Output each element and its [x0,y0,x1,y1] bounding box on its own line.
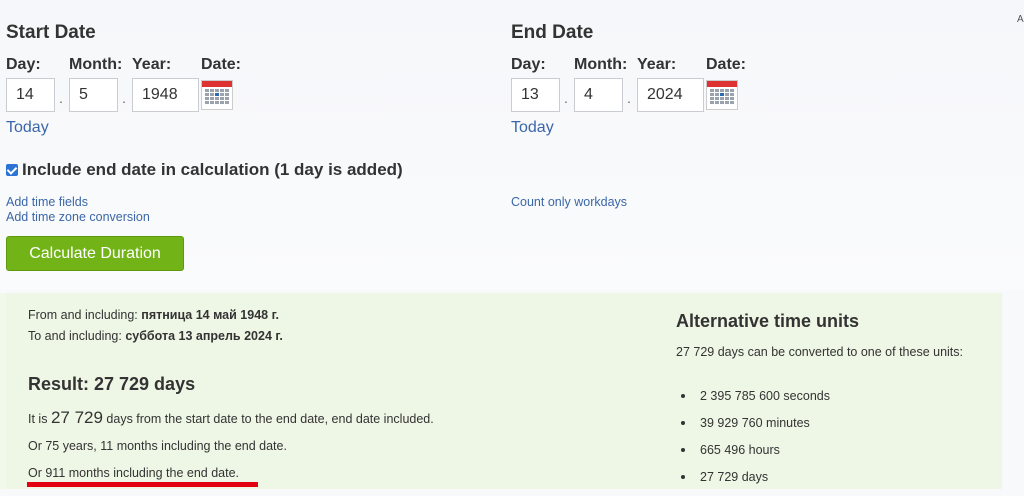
bullet-icon [681,475,685,479]
result-line-1-prefix: It is [28,412,48,426]
unit-text: 665 496 hours [700,443,780,457]
from-line: From and including: пятница 14 май 1948 … [28,308,279,322]
end-year-label: Year: [637,56,677,73]
add-time-zone-link[interactable]: Add time zone conversion [6,210,150,224]
result-line-1-suffix: days from the start date to the end date… [106,412,434,426]
count-workdays-link[interactable]: Count only workdays [511,195,627,209]
end-date-label: Date: [706,56,747,73]
start-date-heading: Start Date [6,22,96,43]
red-highlight-underline [27,482,258,487]
list-item: 39 929 760 minutes [676,415,830,442]
to-value: суббота 13 апрель 2024 г. [125,329,283,343]
start-date-label: Date: [201,56,242,73]
start-day-label: Day: [6,56,41,73]
list-item: 27 729 days [676,469,830,496]
start-day-input[interactable] [6,78,55,112]
alternative-units-list: 2 395 785 600 seconds 39 929 760 minutes… [676,388,830,496]
calculate-duration-button[interactable]: Calculate Duration [6,236,184,271]
bullet-icon [681,448,685,452]
alternative-units-description: 27 729 days can be converted to one of t… [676,345,964,359]
result-title: Result: 27 729 days [28,374,196,394]
from-prefix: From and including: [28,308,138,322]
end-month-label: Month: [574,56,628,73]
start-today-link[interactable]: Today [6,119,49,137]
bullet-icon [681,421,685,425]
separator: . [59,90,63,106]
separator: . [564,90,568,106]
start-year-label: Year: [132,56,172,73]
calendar-icon[interactable] [201,80,233,110]
end-date-heading: End Date [511,22,594,43]
corner-text: A [1017,14,1024,25]
include-end-date-checkbox[interactable] [6,164,18,176]
calendar-icon[interactable] [706,80,738,110]
end-month-input[interactable] [574,78,623,112]
end-day-input[interactable] [511,78,560,112]
result-days-number: 27 729 [50,408,103,427]
list-item: 665 496 hours [676,442,830,469]
unit-text: 27 729 days [700,470,769,484]
to-prefix: To and including: [28,329,122,343]
bullet-icon [681,394,685,398]
separator: . [122,90,126,106]
separator: . [627,90,631,106]
start-month-input[interactable] [69,78,118,112]
unit-text: 2 395 785 600 seconds [700,389,830,403]
result-line-1: It is 27 729 days from the start date to… [28,408,434,428]
from-value: пятница 14 май 1948 г. [141,308,280,322]
add-time-fields-link[interactable]: Add time fields [6,195,88,209]
end-year-input[interactable] [637,78,704,112]
end-day-label: Day: [511,56,546,73]
include-end-date-label: Include end date in calculation (1 day i… [22,160,403,179]
alternative-units-title: Alternative time units [676,311,860,331]
result-line-2: Or 75 years, 11 months including the end… [28,439,287,453]
start-year-input[interactable] [132,78,199,112]
list-item: 2 395 785 600 seconds [676,388,830,415]
start-month-label: Month: [69,56,123,73]
to-line: To and including: суббота 13 апрель 2024… [28,329,283,343]
include-end-date-option[interactable]: Include end date in calculation (1 day i… [6,160,403,180]
end-today-link[interactable]: Today [511,119,554,137]
unit-text: 39 929 760 minutes [700,416,810,430]
result-line-3: Or 911 months including the end date. [28,466,240,480]
